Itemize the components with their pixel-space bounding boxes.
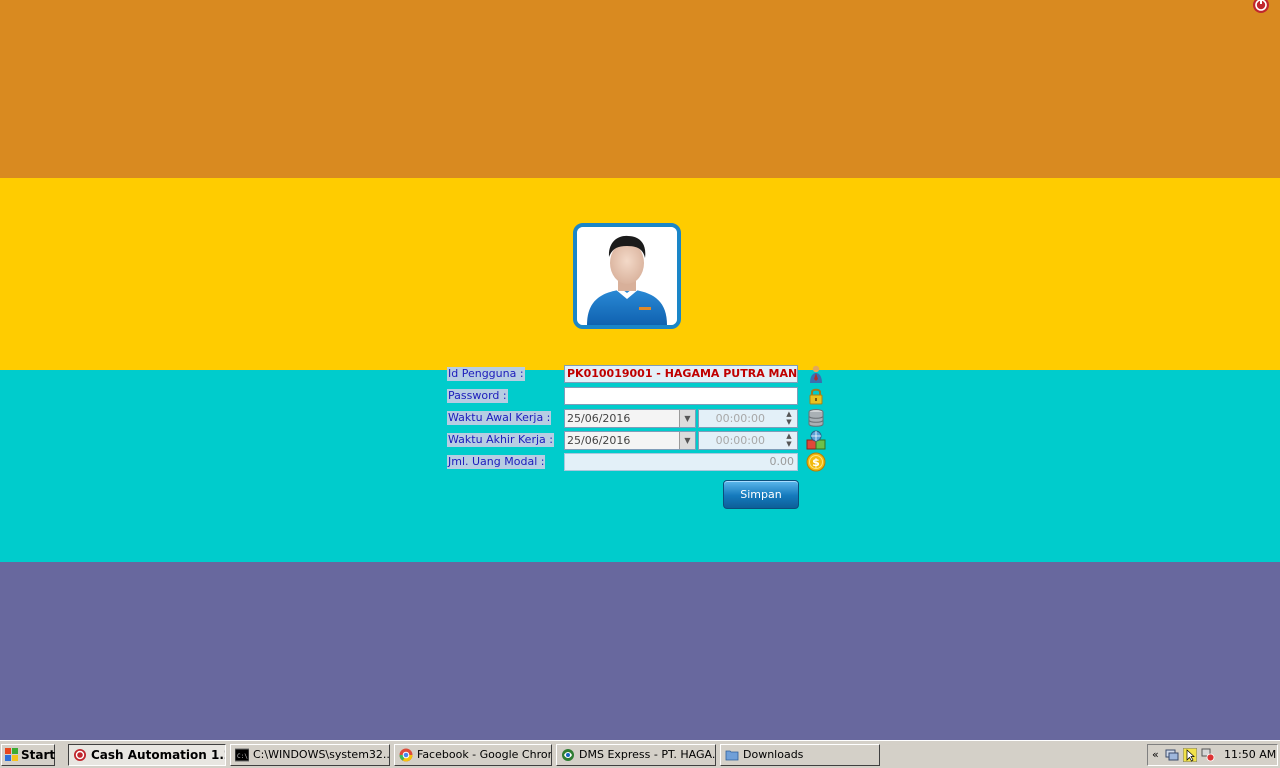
start-date-value: 25/06/2016 xyxy=(567,412,631,425)
database-icon xyxy=(808,409,824,427)
end-time-value: 00:00:00 xyxy=(715,434,765,447)
start-time-label: Waktu Awal Kerja : xyxy=(447,411,552,425)
svg-text:$: $ xyxy=(812,456,820,469)
save-button[interactable]: Simpan xyxy=(723,480,799,509)
pointer-tray-icon[interactable] xyxy=(1183,748,1197,762)
lock-icon xyxy=(809,388,823,405)
chrome-icon xyxy=(399,748,413,762)
task-label: C:\WINDOWS\system32... xyxy=(253,748,390,761)
user-avatar xyxy=(573,223,681,329)
security-tray-icon[interactable] xyxy=(1201,748,1215,762)
task-label: Downloads xyxy=(743,748,804,761)
id-pengguna-label: Id Pengguna : xyxy=(447,367,525,381)
background-band-purple xyxy=(0,562,1280,740)
user-icon xyxy=(810,365,822,383)
task-dms-express[interactable]: DMS Express - PT. HAGA... xyxy=(556,744,716,766)
end-date-value: 25/06/2016 xyxy=(567,434,631,447)
task-label: Cash Automation 1.2.... xyxy=(91,748,225,762)
clock: 11:50 AM xyxy=(1224,748,1277,761)
end-time-label: Waktu Akhir Kerja : xyxy=(447,433,554,447)
end-date-dropdown-icon[interactable]: ▼ xyxy=(679,432,695,449)
start-time-value: 00:00:00 xyxy=(715,412,765,425)
end-time-spinner-icon[interactable]: ▲ ▼ xyxy=(783,432,795,449)
folder-icon xyxy=(725,750,739,761)
password-label: Password : xyxy=(447,389,508,403)
task-cash-automation[interactable]: Cash Automation 1.2.... xyxy=(68,744,226,766)
background-band-orange xyxy=(0,0,1280,178)
id-pengguna-field[interactable]: PK010019001 - HAGAMA PUTRA MANDIR xyxy=(564,365,798,383)
start-time-input[interactable]: 00:00:00 ▲ ▼ xyxy=(698,409,798,428)
windows-logo-icon xyxy=(5,748,18,761)
start-date-dropdown-icon[interactable]: ▼ xyxy=(679,410,695,427)
start-button[interactable]: Start xyxy=(1,744,55,766)
end-date-picker[interactable]: 25/06/2016 ▼ xyxy=(564,431,696,450)
task-command-prompt[interactable]: C:\ C:\WINDOWS\system32... xyxy=(230,744,390,766)
tray-expand-icon[interactable]: « xyxy=(1152,747,1159,763)
network-tray-icon[interactable] xyxy=(1165,748,1179,762)
taskbar: Start Cash Automation 1.2.... C:\ C:\WIN… xyxy=(0,740,1280,768)
money-label: Jml. Uang Modal : xyxy=(447,455,546,469)
task-label: DMS Express - PT. HAGA... xyxy=(579,748,716,761)
task-label: Facebook - Google Chrome xyxy=(417,748,552,761)
close-app-icon[interactable] xyxy=(1250,0,1272,14)
system-tray: « 11:50 AM xyxy=(1147,744,1278,766)
svg-text:C:\: C:\ xyxy=(237,753,248,760)
task-downloads[interactable]: Downloads xyxy=(720,744,880,766)
task-chrome[interactable]: Facebook - Google Chrome xyxy=(394,744,552,766)
start-label: Start xyxy=(21,748,56,762)
dms-express-icon xyxy=(562,749,574,761)
coin-icon: $ xyxy=(806,452,826,472)
user-avatar-icon xyxy=(577,227,677,325)
start-date-picker[interactable]: 25/06/2016 ▼ xyxy=(564,409,696,428)
command-prompt-icon: C:\ xyxy=(235,748,249,762)
start-time-spinner-icon[interactable]: ▲ ▼ xyxy=(783,410,795,427)
money-input[interactable]: 0.00 xyxy=(564,453,798,471)
cash-automation-icon xyxy=(74,749,86,761)
network-icon xyxy=(806,430,826,450)
end-time-input[interactable]: 00:00:00 ▲ ▼ xyxy=(698,431,798,450)
password-input[interactable] xyxy=(564,387,798,405)
